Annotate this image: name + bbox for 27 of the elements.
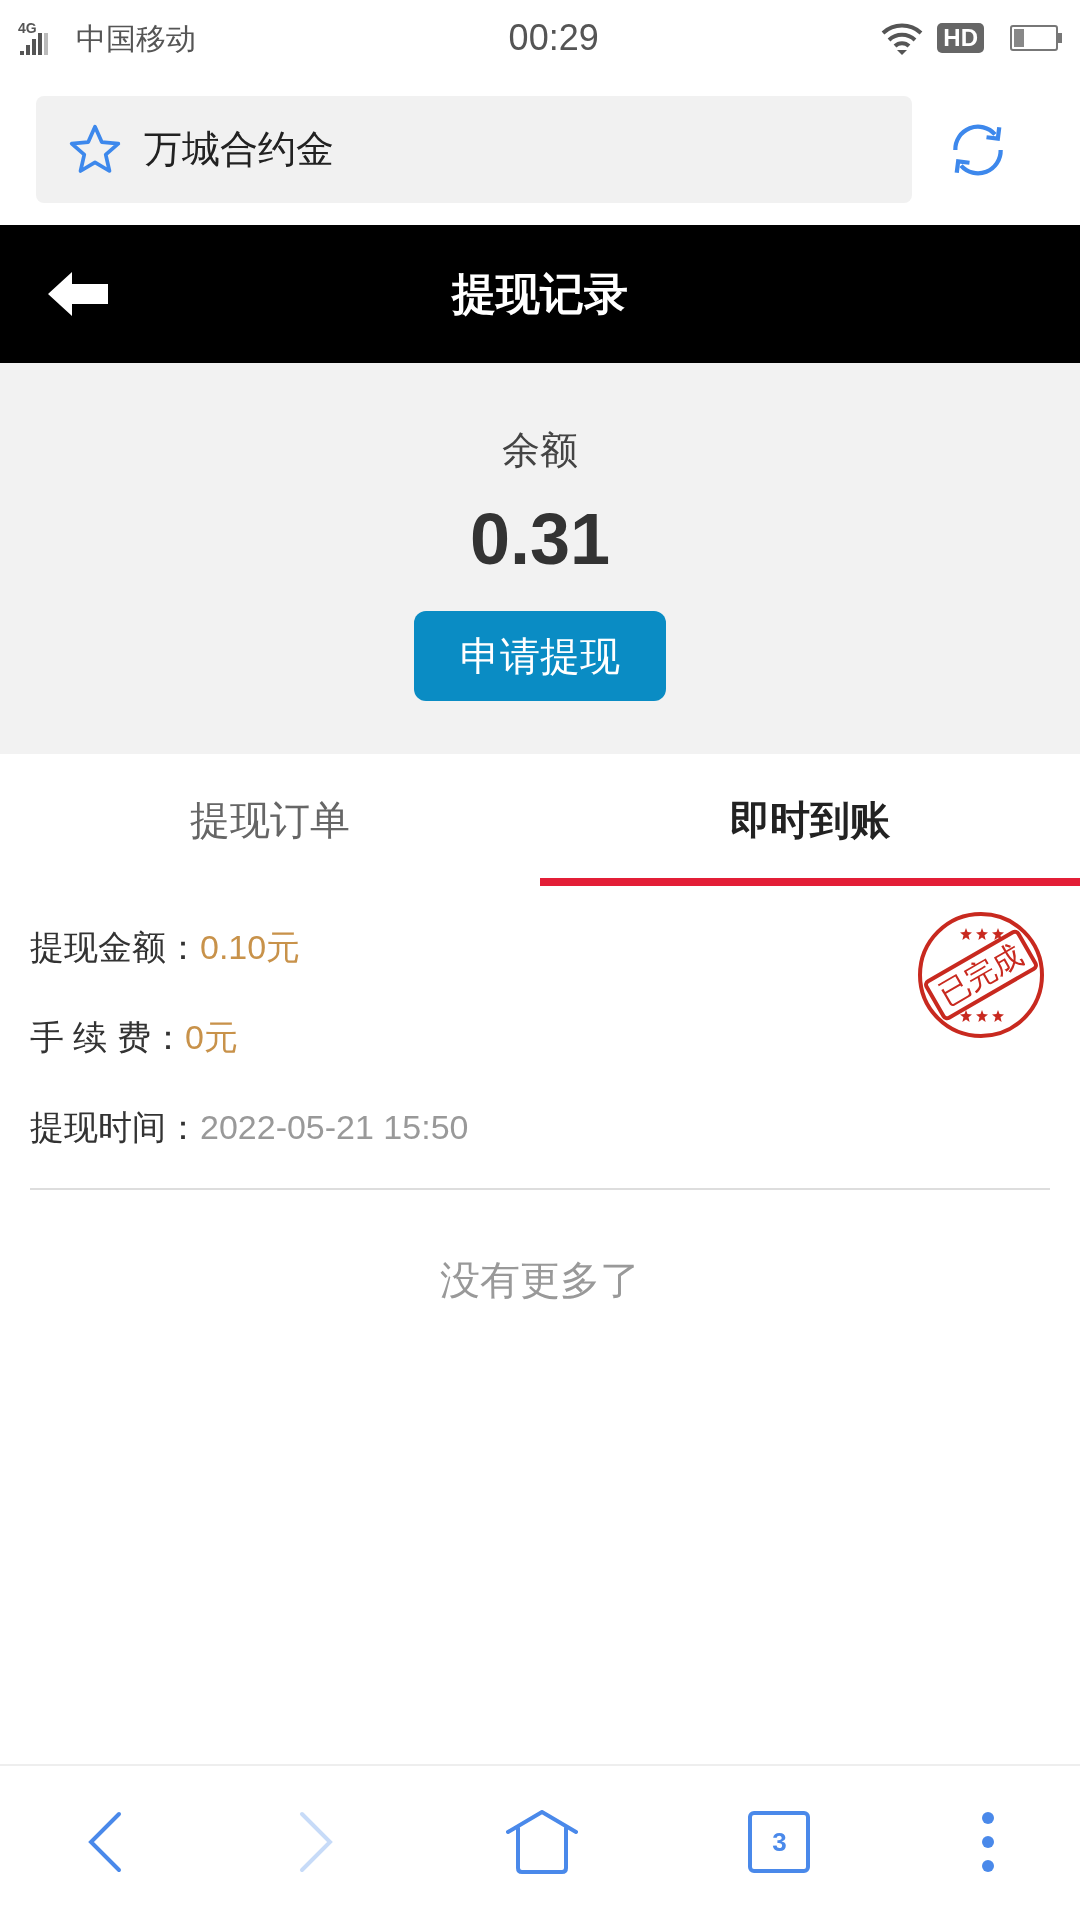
- hd-badge: HD: [937, 23, 984, 53]
- tabs-count-button[interactable]: 3: [748, 1811, 811, 1873]
- field-label: 手 续 费：: [30, 1020, 185, 1054]
- field-label: 提现时间：: [30, 1110, 200, 1144]
- carrier-name: 中国移动: [76, 20, 196, 57]
- withdraw-button[interactable]: 申请提现: [414, 611, 666, 701]
- more-menu-icon[interactable]: [980, 1811, 995, 1873]
- balance-amount: 0.31: [469, 503, 611, 575]
- field-label: 提现金额：: [30, 930, 200, 964]
- balance-label: 余额: [502, 431, 578, 469]
- battery-icon: [1010, 25, 1062, 51]
- address-bar[interactable]: 万城合约金: [36, 96, 912, 203]
- home-icon[interactable]: [505, 1810, 578, 1874]
- back-arrow-icon[interactable]: [48, 272, 108, 316]
- tab[interactable]: 提现订单: [0, 754, 540, 886]
- clock-time: 00:29: [508, 16, 599, 60]
- tab[interactable]: 即时到账: [540, 754, 1080, 886]
- network-type: 4G: [18, 21, 37, 35]
- end-of-list-text: 没有更多了: [440, 1257, 640, 1304]
- stars-icon: [960, 1010, 1004, 1022]
- field-value: 2022-05-21 15:50: [200, 1110, 469, 1144]
- page-title: 万城合约金: [144, 127, 334, 172]
- header-title: 提现记录: [452, 268, 628, 320]
- wifi-icon: [881, 21, 924, 55]
- field-value: 0元: [184, 1020, 238, 1054]
- field-value: 0.10元: [200, 930, 301, 964]
- stars-icon: [960, 928, 1004, 940]
